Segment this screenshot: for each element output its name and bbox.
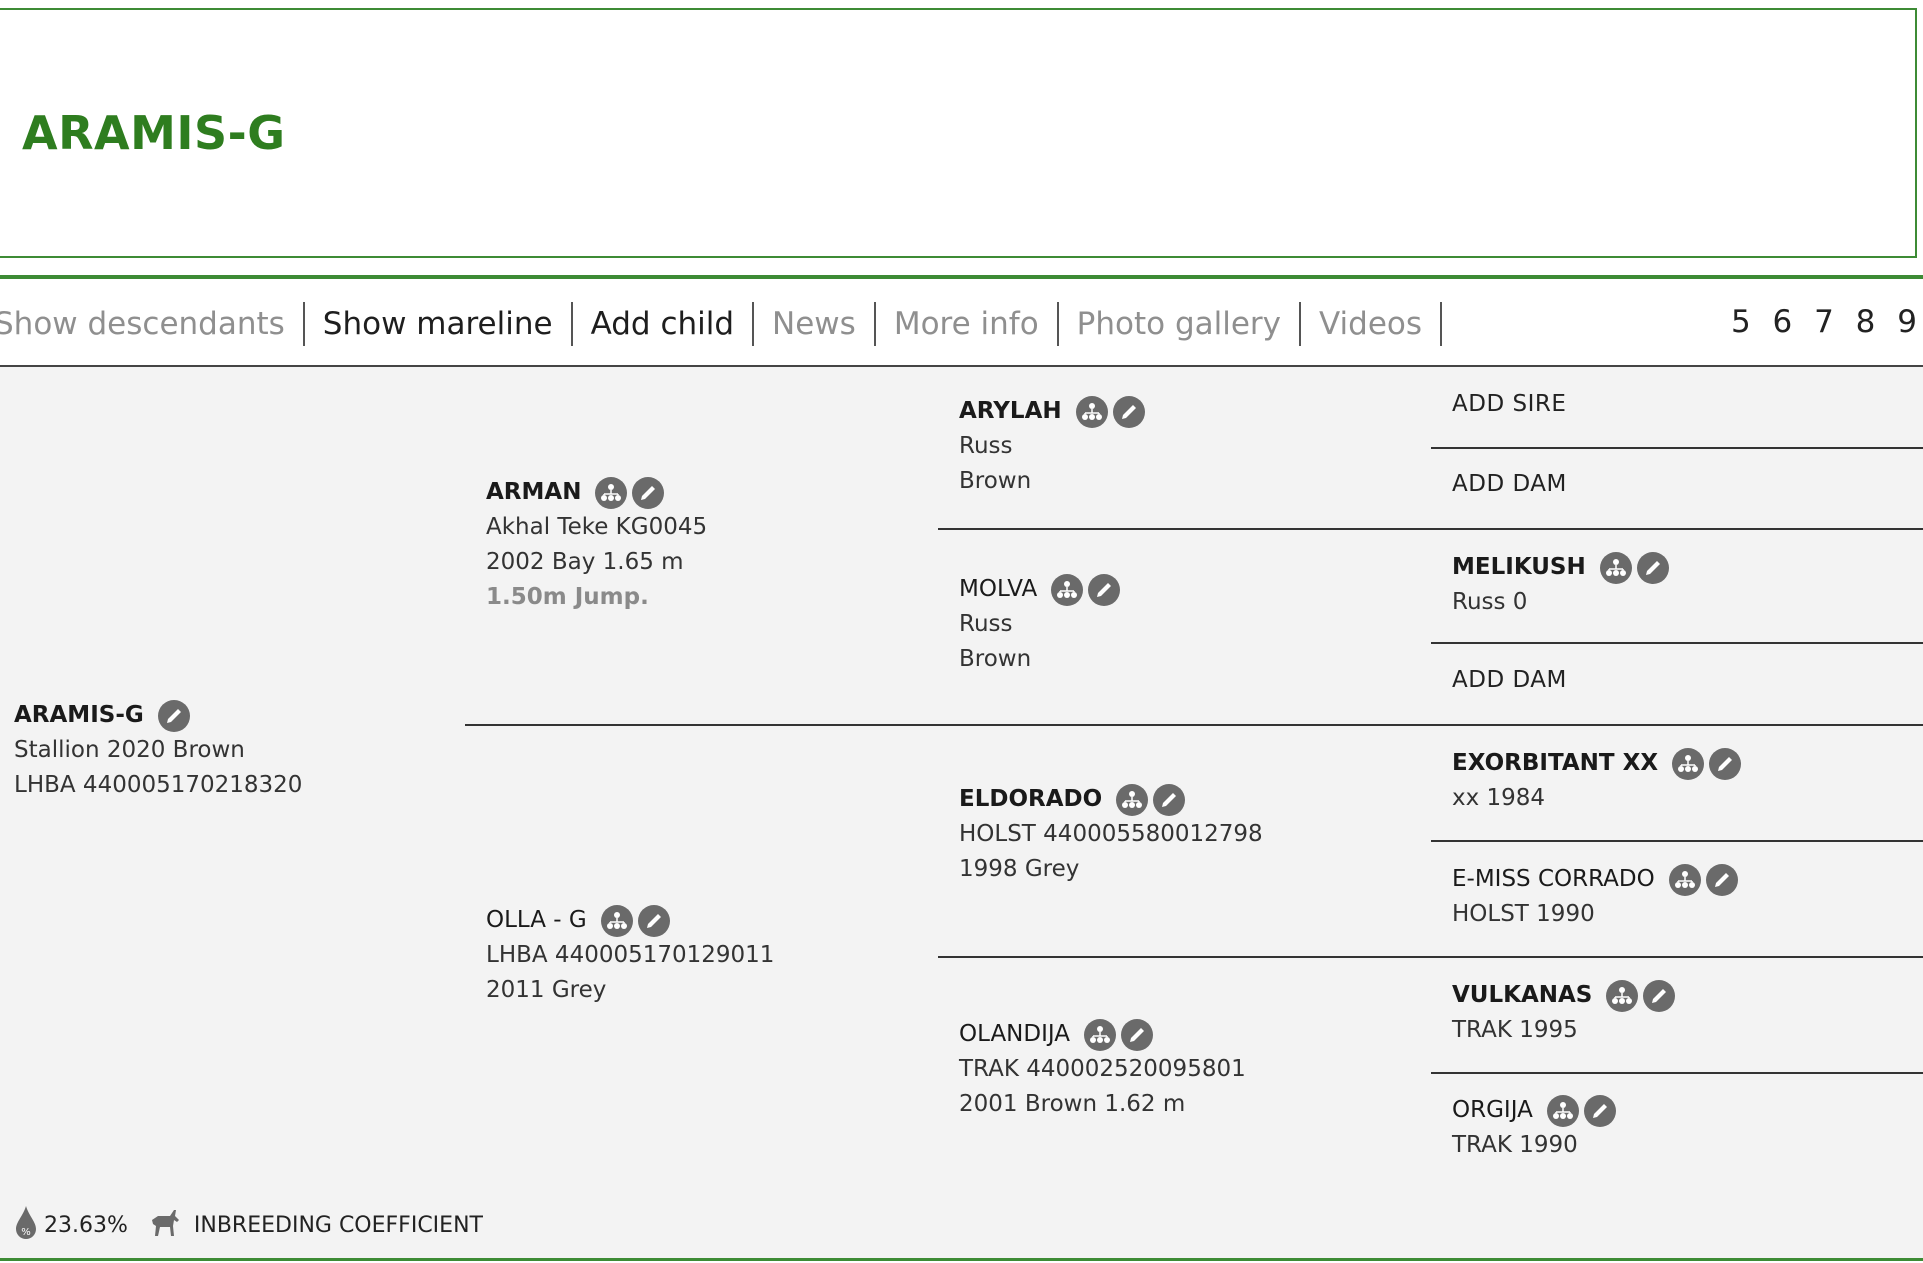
horse-name[interactable]: ARAMIS-G <box>14 698 144 733</box>
pedigree-tree-icon[interactable] <box>1668 863 1701 896</box>
edit-icon[interactable] <box>1636 551 1669 584</box>
svg-text:%: % <box>21 1227 31 1238</box>
horse-info: xx 1984 <box>1452 785 1546 811</box>
edit-icon[interactable] <box>637 904 670 937</box>
horse-info: Brown <box>959 468 1032 494</box>
edit-icon[interactable] <box>1583 1094 1616 1127</box>
horse-name[interactable]: OLANDIJA <box>959 1017 1070 1052</box>
edit-icon[interactable] <box>1153 783 1186 816</box>
horse-info: Akhal Teke KG0045 <box>486 514 708 540</box>
pedigree-tree-icon[interactable] <box>1599 551 1632 584</box>
tab-show-descendants[interactable]: Show descendants <box>0 302 305 346</box>
vulkanas-horse: VULKANAS TRAK 1995 <box>1452 978 1676 1048</box>
pedigree-tree-icon[interactable] <box>1546 1094 1579 1127</box>
dam-sire-horse: ELDORADO HOLST 440005580012798 1998 Grey <box>959 782 1263 887</box>
horse-name[interactable]: VULKANAS <box>1452 978 1592 1013</box>
pedigree-tree-icon[interactable] <box>1084 1018 1116 1051</box>
horse-reg: HOLST 440005580012798 <box>959 821 1263 847</box>
divider-gen3-4 <box>1431 1072 1923 1074</box>
dam-dam-horse: OLANDIJA TRAK 440002520095801 2001 Brown… <box>959 1017 1246 1122</box>
edit-icon[interactable] <box>157 699 190 732</box>
tab-bar: Show descendants Show mareline Add child… <box>0 300 1443 348</box>
pedigree-tree-icon[interactable] <box>600 904 633 937</box>
divider-gen3-3 <box>1431 840 1923 842</box>
horse-reg: LHBA 440005170129011 <box>486 942 775 968</box>
orgija-horse: ORGIJA TRAK 1990 <box>1452 1093 1616 1163</box>
horse-info: Russ <box>959 433 1013 459</box>
percent-drop-icon: % <box>14 1204 38 1246</box>
horse-name[interactable]: OLLA - G <box>486 903 587 938</box>
horse-name[interactable]: E-MISS CORRADO <box>1452 862 1655 897</box>
tab-photo-gallery[interactable]: Photo gallery <box>1059 302 1302 346</box>
divider-gen2-bottom <box>938 956 1923 958</box>
horse-info: TRAK 1990 <box>1452 1132 1578 1158</box>
emiss-corrado-horse: E-MISS CORRADO HOLST 1990 <box>1452 862 1738 932</box>
horse-info: HOLST 1990 <box>1452 901 1595 927</box>
edit-icon[interactable] <box>1088 573 1121 606</box>
horse-info: Russ <box>959 611 1013 637</box>
edit-icon[interactable] <box>1121 1018 1153 1051</box>
horse-name[interactable]: ARMAN <box>486 475 581 510</box>
tab-videos[interactable]: Videos <box>1301 302 1443 346</box>
horse-info: Russ 0 <box>1452 589 1528 615</box>
pedigree-tree-icon[interactable] <box>1116 783 1149 816</box>
add-dam-link[interactable]: ADD DAM <box>1452 667 1567 693</box>
header-divider <box>0 275 1923 279</box>
edit-icon[interactable] <box>1709 747 1742 780</box>
horse-name[interactable]: MOLVA <box>959 572 1037 607</box>
pedigree-tree-icon[interactable] <box>1075 395 1108 428</box>
horse-icon <box>148 1206 182 1244</box>
pedigree-tree-icon[interactable] <box>1051 573 1084 606</box>
page-title: ARAMIS-G <box>22 106 286 160</box>
horse-info: TRAK 1995 <box>1452 1017 1578 1043</box>
pedigree-chart: ARAMIS-G Stallion 2020 Brown LHBA 440005… <box>0 367 1923 1261</box>
pedigree-tree-icon[interactable] <box>595 476 628 509</box>
horse-name[interactable]: ORGIJA <box>1452 1093 1533 1128</box>
horse-info: 1998 Grey <box>959 856 1080 882</box>
inbreeding-value: 23.63% <box>44 1212 128 1238</box>
sire-sire-horse: ARYLAH Russ Brown <box>959 394 1145 499</box>
inbreeding-label: INBREEDING COEFFICIENT <box>193 1212 483 1238</box>
divider-gen3-2 <box>1431 642 1923 644</box>
inbreeding-stats: % 23.63% INBREEDING COEFFICIENT <box>14 1204 483 1246</box>
pedigree-tree-icon[interactable] <box>1606 979 1639 1012</box>
exorbitant-horse: EXORBITANT XX xx 1984 <box>1452 746 1742 816</box>
horse-info: Brown <box>959 646 1032 672</box>
horse-info: 2001 Brown 1.62 m <box>959 1091 1186 1117</box>
edit-icon[interactable] <box>1705 863 1738 896</box>
tab-show-mareline[interactable]: Show mareline <box>305 302 573 346</box>
divider-gen1 <box>465 724 1923 726</box>
horse-reg: TRAK 440002520095801 <box>959 1056 1246 1082</box>
tab-add-child[interactable]: Add child <box>573 302 755 346</box>
edit-icon[interactable] <box>1643 979 1676 1012</box>
horse-info: 2011 Grey <box>486 977 607 1003</box>
horse-name[interactable]: ELDORADO <box>959 782 1102 817</box>
dam-horse: OLLA - G LHBA 440005170129011 2011 Grey <box>486 903 774 1008</box>
generation-selector[interactable]: 5 6 7 8 9 <box>1731 304 1923 340</box>
horse-name[interactable]: ARYLAH <box>959 394 1062 429</box>
horse-achievement: 1.50m Jump. <box>486 584 649 610</box>
horse-info: Stallion 2020 Brown <box>14 737 245 763</box>
add-sire-link[interactable]: ADD SIRE <box>1452 391 1566 417</box>
divider-gen2-top <box>938 528 1923 530</box>
edit-icon[interactable] <box>1112 395 1145 428</box>
horse-info: 2002 Bay 1.65 m <box>486 549 684 575</box>
pedigree-tree-icon[interactable] <box>1672 747 1705 780</box>
horse-name[interactable]: EXORBITANT XX <box>1452 746 1658 781</box>
add-dam-link[interactable]: ADD DAM <box>1452 471 1567 497</box>
horse-name[interactable]: MELIKUSH <box>1452 550 1586 585</box>
tab-more-info[interactable]: More info <box>876 302 1059 346</box>
horse-reg: LHBA 440005170218320 <box>14 772 303 798</box>
divider-gen3-1 <box>1431 447 1923 449</box>
tab-news[interactable]: News <box>754 302 876 346</box>
subject-horse: ARAMIS-G Stallion 2020 Brown LHBA 440005… <box>14 698 302 803</box>
melikush-horse: MELIKUSH Russ 0 <box>1452 550 1669 620</box>
sire-horse: ARMAN Akhal Teke KG0045 2002 Bay 1.65 m … <box>486 475 707 615</box>
header-box <box>0 8 1917 258</box>
sire-dam-horse: MOLVA Russ Brown <box>959 572 1121 677</box>
edit-icon[interactable] <box>632 476 665 509</box>
